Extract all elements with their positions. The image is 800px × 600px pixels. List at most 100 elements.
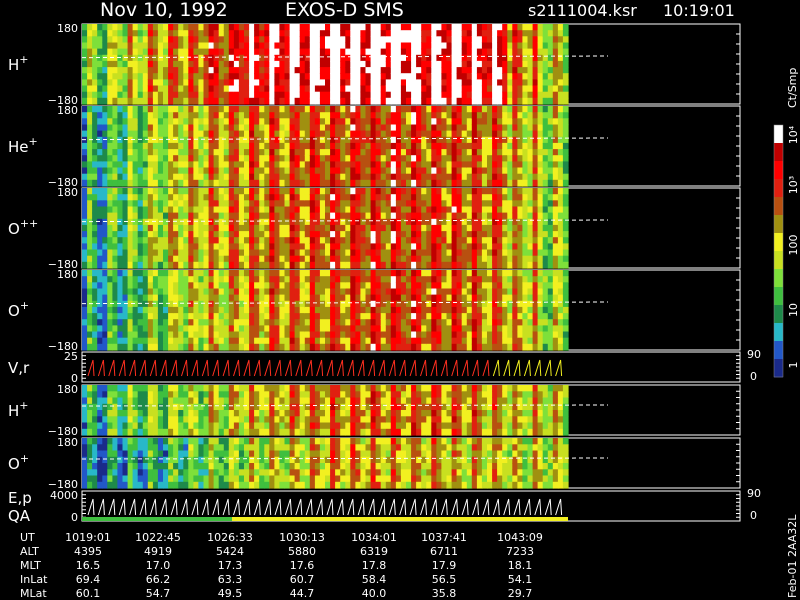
heatmap-cell (97, 206, 103, 214)
heatmap-cell (335, 288, 341, 296)
heatmap-cell (82, 255, 88, 263)
heatmap-cell (259, 331, 265, 339)
heatmap-cell (395, 130, 402, 138)
heatmap-cell (102, 124, 108, 132)
heatmap-cell (527, 124, 534, 132)
heatmap-cell (492, 48, 498, 56)
heatmap-cell (497, 124, 503, 132)
heatmap-cell (183, 243, 189, 251)
heatmap-cell (492, 270, 498, 277)
heatmap-cell (259, 85, 265, 93)
heatmap-cell (238, 161, 245, 169)
heatmap-cell (188, 261, 194, 269)
heatmap-cell (406, 73, 412, 80)
heatmap-cell (107, 124, 113, 132)
heatmap-cell (193, 173, 200, 181)
heatmap-cell (421, 60, 427, 68)
heatmap-cell (390, 306, 397, 314)
heatmap-cell (522, 243, 529, 251)
heatmap-cell (471, 60, 478, 68)
heatmap-cell (335, 249, 341, 257)
heatmap-cell (466, 249, 473, 257)
heatmap-cell (441, 294, 448, 302)
heatmap-cell (213, 106, 220, 113)
heatmap-cell (183, 188, 189, 195)
heatmap-cell (345, 194, 351, 201)
heatmap-cell (330, 224, 336, 232)
heatmap-cell (330, 112, 336, 119)
heatmap-cell (345, 231, 351, 238)
heatmap-cell (249, 276, 255, 283)
heatmap-cell (411, 325, 417, 333)
heatmap-cell (198, 161, 205, 169)
heatmap-cell (390, 206, 397, 214)
heatmap-cell (178, 194, 184, 201)
heatmap-cell (198, 73, 205, 80)
heatmap-cell (365, 30, 372, 37)
heatmap-cell (350, 224, 356, 232)
heatmap-cell (163, 124, 169, 132)
heatmap-cell (269, 60, 275, 68)
heatmap-cell (547, 42, 554, 50)
heatmap-cell (330, 106, 336, 113)
heatmap-cell (461, 255, 468, 263)
heatmap-cell (142, 224, 149, 232)
heatmap-cell (238, 167, 245, 175)
heatmap-cell (249, 130, 255, 138)
heatmap-cell (325, 343, 331, 351)
heatmap-cell (481, 249, 488, 257)
heatmap-cell (188, 243, 194, 251)
heatmap-cell (218, 149, 225, 156)
heatmap-cell (198, 24, 205, 31)
heatmap-cell (102, 142, 108, 150)
heatmap-cell (82, 206, 88, 214)
heatmap-cell (395, 118, 402, 126)
heatmap-cell (522, 188, 529, 195)
heatmap-cell (335, 149, 341, 156)
heatmap-cell (264, 67, 270, 74)
heatmap-cell (340, 206, 346, 214)
heatmap-cell (562, 36, 569, 44)
heatmap-cell (304, 161, 311, 169)
heatmap-cell (142, 270, 149, 277)
heatmap-cell (249, 237, 255, 244)
heatmap-cell (487, 231, 493, 238)
heatmap-cell (218, 294, 225, 302)
heatmap-cell (451, 179, 458, 187)
heatmap-cell (370, 294, 377, 302)
heatmap-cell (416, 206, 422, 214)
heatmap-cell (132, 97, 139, 105)
heatmap-cell (492, 218, 498, 226)
heatmap-cell (426, 118, 432, 126)
heatmap-cell (147, 167, 154, 175)
heatmap-cell (421, 142, 427, 150)
heatmap-cell (350, 85, 356, 93)
heatmap-cell (87, 124, 93, 132)
heatmap-cell (147, 261, 154, 269)
heatmap-cell (269, 237, 275, 244)
heatmap-cell (542, 36, 549, 44)
heatmap-cell (233, 179, 240, 187)
heatmap-cell (562, 106, 569, 113)
heatmap-cell (492, 313, 498, 320)
heatmap-cell (223, 194, 230, 201)
heatmap-cell (168, 173, 174, 181)
heatmap-cell (481, 319, 488, 326)
heatmap-cell (411, 306, 417, 314)
heatmap-cell (107, 194, 113, 201)
heatmap-cell (456, 42, 463, 50)
heatmap-cell (507, 319, 513, 326)
heatmap-cell (441, 237, 448, 244)
heatmap-cell (537, 91, 544, 99)
heatmap-cell (183, 97, 189, 105)
heatmap-cell (279, 276, 286, 283)
heatmap-cell (446, 325, 453, 333)
heatmap-cell (294, 255, 301, 263)
heatmap-cell (471, 218, 478, 226)
heatmap-cell (299, 261, 306, 269)
heatmap-cell (294, 173, 301, 181)
heatmap-cell (157, 206, 164, 214)
heatmap-cell (325, 85, 331, 93)
heatmap-cell (421, 167, 427, 175)
heatmap-cell (249, 36, 255, 44)
